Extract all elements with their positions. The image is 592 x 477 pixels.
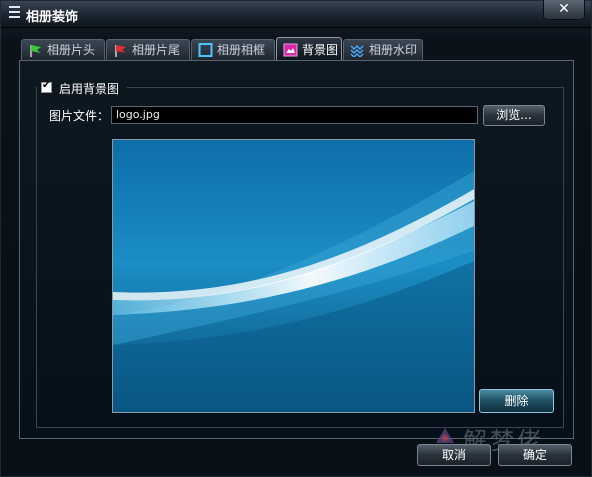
watermark-icon [350, 45, 364, 57]
tab-label: 相册片头 [47, 43, 96, 57]
green-flag-icon [30, 45, 41, 57]
tab-album-frame[interactable]: 相册相框 [191, 39, 275, 60]
tab-background-image[interactable]: 背景图 [276, 37, 342, 61]
window-title: 相册装饰 [26, 10, 79, 25]
frame-icon [198, 43, 213, 57]
delete-button[interactable]: 删除 [479, 389, 554, 413]
browse-button[interactable]: 浏览... [483, 105, 545, 126]
menu-icon[interactable] [9, 6, 20, 18]
background-preview-graphic [113, 140, 474, 412]
cancel-button[interactable]: 取消 [417, 444, 491, 466]
image-icon [283, 43, 298, 57]
image-file-input[interactable]: logo.jpg [111, 106, 478, 124]
background-preview-image [112, 139, 475, 413]
close-button[interactable]: ✕ [543, 0, 585, 20]
tab-album-watermark[interactable]: 相册水印 [343, 39, 423, 60]
watermark-logo-icon [434, 425, 456, 445]
group-box-top-border [127, 87, 563, 88]
tab-album-ending[interactable]: 相册片尾 [106, 39, 190, 60]
tab-label: 相册相框 [217, 43, 266, 57]
dialog-window: 相册装饰 ✕ 相册片头 相册片尾 相册相框 背景图 相册水印 ✔ 启用背景图 图… [0, 0, 592, 477]
red-flag-icon [115, 45, 126, 57]
title-bar[interactable]: 相册装饰 ✕ [1, 0, 591, 28]
enable-background-label[interactable]: 启用背景图 [59, 80, 119, 97]
tab-label: 相册片尾 [132, 43, 181, 57]
ok-button[interactable]: 确定 [498, 444, 572, 466]
image-file-label: 图片文件： [49, 109, 110, 123]
tab-label: 相册水印 [369, 43, 418, 57]
enable-background-checkbox[interactable] [41, 80, 52, 93]
tab-label: 背景图 [302, 43, 339, 57]
tab-album-intro[interactable]: 相册片头 [21, 39, 105, 60]
